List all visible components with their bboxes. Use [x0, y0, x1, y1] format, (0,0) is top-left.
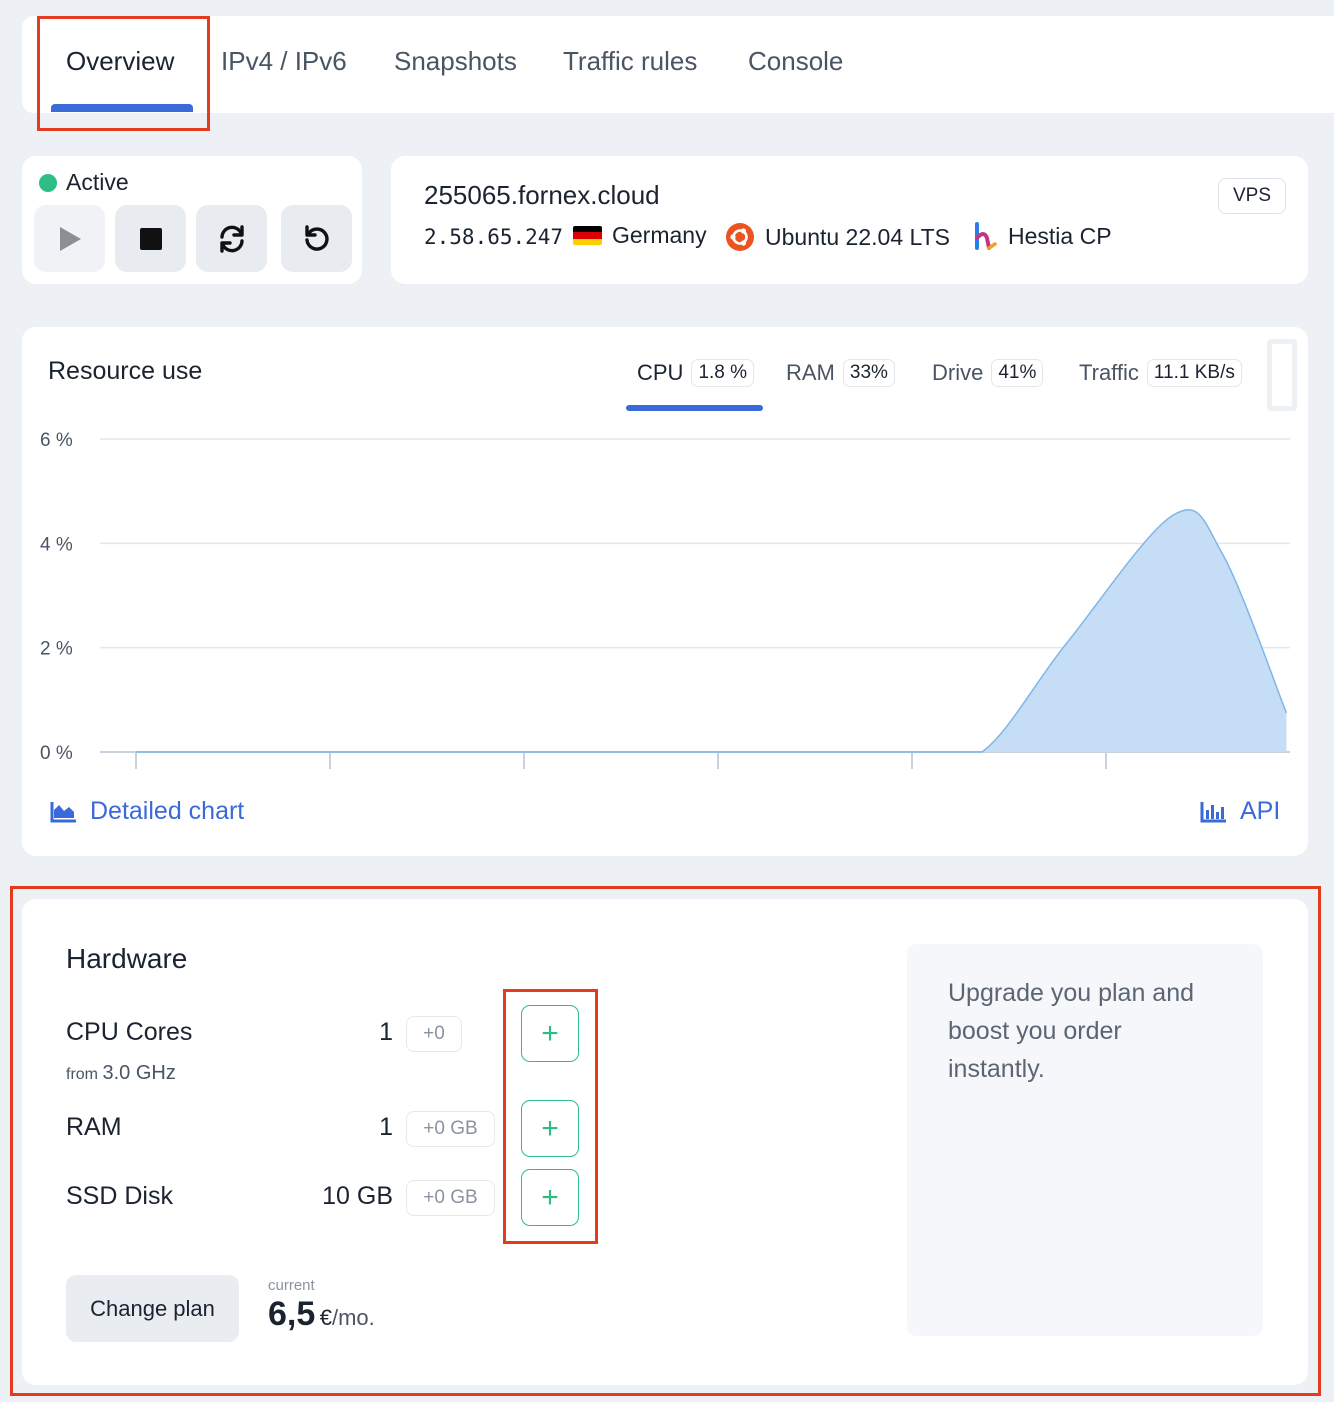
metric-value: 41% [991, 359, 1044, 387]
cpu-usage-chart: 6 % 4 % 2 % 0 % [40, 430, 1290, 769]
add-cpu-button[interactable]: + [521, 1005, 579, 1062]
cpu-frequency: from 3.0 GHz [66, 1062, 176, 1085]
price-currency: € [319, 1305, 332, 1330]
hestia-icon [975, 222, 997, 250]
ssd-disk-value: 10 GB [322, 1182, 393, 1210]
price-caption: current [268, 1277, 315, 1294]
server-os: Ubuntu 22.04 LTS [725, 222, 950, 252]
ram-value: 1 [379, 1113, 393, 1141]
metric-label: CPU [637, 360, 684, 385]
play-icon [59, 226, 81, 251]
add-disk-button[interactable]: + [521, 1169, 579, 1226]
metric-value: 1.8 % [691, 359, 755, 387]
cpu-frequency-prefix: from [66, 1066, 98, 1083]
resource-use-card: Resource use CPU 1.8 % RAM 33% Drive 41%… [22, 327, 1308, 856]
active-metric-indicator [626, 405, 763, 411]
ssd-disk-delta: +0 GB [406, 1180, 495, 1216]
ssd-disk-label: SSD Disk [66, 1182, 173, 1210]
tab-ipv4-ipv6[interactable]: IPv4 / IPv6 [221, 46, 347, 77]
active-tab-indicator [51, 104, 193, 112]
power-status-card: Active [22, 156, 362, 284]
metric-value: 33% [842, 359, 895, 387]
server-os-label: Ubuntu 22.04 LTS [765, 223, 950, 250]
price-period: /mo. [331, 1305, 375, 1330]
cpu-cores-value: 1 [379, 1018, 393, 1046]
detailed-chart-label: Detailed chart [90, 797, 245, 825]
server-panel-label: Hestia CP [1008, 222, 1112, 249]
current-price: 6,5 €/mo. [268, 1295, 375, 1334]
api-label: API [1240, 797, 1281, 825]
reinstall-button[interactable] [196, 205, 267, 272]
ubuntu-icon [726, 223, 754, 251]
tab-overview[interactable]: Overview [66, 46, 174, 77]
status-indicator [39, 174, 57, 192]
chart-y-tick-label: 4 % [40, 534, 73, 555]
chart-y-tick-label: 2 % [40, 639, 73, 660]
tab-bar: Overview IPv4 / IPv6 Snapshots Traffic r… [22, 16, 1334, 113]
area-chart-icon [50, 801, 76, 822]
resource-use-title: Resource use [48, 357, 203, 385]
cpu-usage-area [136, 509, 1287, 752]
reinstall-icon [219, 224, 244, 253]
upgrade-promo: Upgrade you plan and boost you order ins… [907, 944, 1263, 1336]
cpu-cores-delta: +0 [406, 1016, 462, 1052]
detailed-chart-link[interactable]: Detailed chart [50, 797, 244, 826]
upgrade-text: Upgrade you plan and boost you order ins… [948, 979, 1195, 1083]
server-hostname: 255065.fornex.cloud [424, 180, 660, 210]
ram-delta: +0 GB [406, 1111, 495, 1147]
chart-y-tick-label: 0 % [40, 743, 73, 764]
tab-console[interactable]: Console [748, 46, 843, 77]
metric-tab-traffic[interactable]: Traffic 11.1 KB/s [1079, 359, 1242, 387]
hardware-card: Hardware CPU Cores from 3.0 GHz 1 +0 + R… [22, 899, 1308, 1385]
start-button[interactable] [34, 205, 105, 272]
metrics-scroll-handle[interactable] [1267, 339, 1297, 411]
server-location: Germany [573, 222, 707, 249]
restart-button[interactable] [281, 205, 352, 272]
server-type-badge: VPS [1217, 178, 1286, 214]
metric-label: Drive [932, 360, 984, 385]
metric-label: Traffic [1079, 360, 1139, 385]
tab-snapshots[interactable]: Snapshots [394, 46, 517, 77]
server-ip: 2.58.65.247 [424, 225, 564, 249]
server-country: Germany [612, 222, 707, 248]
price-value: 6,5 [268, 1295, 316, 1333]
tab-traffic-rules[interactable]: Traffic rules [563, 46, 697, 77]
status-label: Active [66, 169, 129, 195]
metric-label: RAM [786, 360, 835, 385]
ram-label: RAM [66, 1113, 122, 1141]
metric-tab-cpu[interactable]: CPU 1.8 % [637, 359, 755, 387]
metric-tab-drive[interactable]: Drive 41% [932, 359, 1044, 387]
restart-icon [304, 224, 329, 251]
stop-button[interactable] [115, 205, 186, 272]
bar-chart-icon [1200, 801, 1226, 822]
server-info-card: 255065.fornex.cloud 2.58.65.247 Germany … [391, 156, 1308, 284]
stop-icon [139, 227, 162, 250]
cpu-frequency-value: 3.0 GHz [102, 1062, 176, 1084]
metric-value: 11.1 KB/s [1146, 359, 1242, 387]
hardware-title: Hardware [66, 943, 188, 974]
chart-y-tick-label: 6 % [40, 430, 73, 451]
change-plan-button[interactable]: Change plan [66, 1275, 239, 1342]
add-ram-button[interactable]: + [521, 1100, 579, 1157]
germany-flag-icon [573, 226, 602, 245]
server-panel: Hestia CP [972, 222, 1112, 250]
api-link[interactable]: API [1200, 797, 1280, 826]
metric-tab-ram[interactable]: RAM 33% [786, 359, 895, 387]
cpu-cores-label: CPU Cores [66, 1018, 193, 1046]
